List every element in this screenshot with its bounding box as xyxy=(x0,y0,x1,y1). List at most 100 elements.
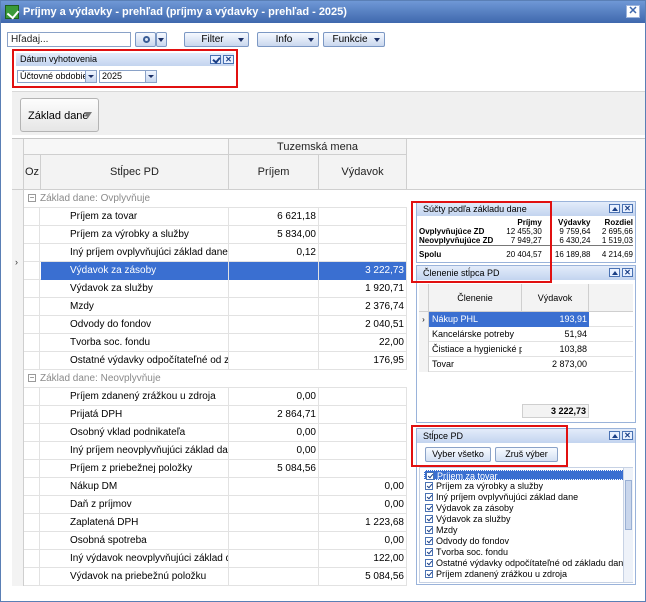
funkcie-button[interactable]: Funkcie xyxy=(323,32,385,47)
checkbox-checked-icon[interactable] xyxy=(425,526,433,534)
col-header-clenenie[interactable]: Členenie xyxy=(429,284,522,312)
column-checkbox-item[interactable]: Mzdy xyxy=(424,525,624,535)
row-indicator[interactable] xyxy=(12,478,24,496)
collapse-panel-icon[interactable] xyxy=(609,204,620,213)
search-input[interactable]: Hľadaj... xyxy=(7,32,131,47)
clenenie-row[interactable]: Kancelárske potreby 51,94 xyxy=(419,327,633,342)
collapse-panel-icon[interactable] xyxy=(609,268,620,277)
table-row[interactable]: Daň z príjmov 0,00 xyxy=(12,496,407,514)
table-row[interactable]: Zaplatená DPH 1 223,68 xyxy=(12,514,407,532)
list-scrollbar[interactable] xyxy=(623,468,633,582)
collapse-panel-icon[interactable] xyxy=(609,431,620,440)
column-checkbox-item[interactable]: Tvorba soc. fondu xyxy=(424,547,624,557)
checkbox-checked-icon[interactable] xyxy=(425,493,433,501)
col-header-oz[interactable]: Oz xyxy=(24,155,41,190)
table-row[interactable]: Odvody do fondov 2 040,51 xyxy=(12,316,407,334)
info-button[interactable]: Info xyxy=(257,32,319,47)
row-indicator[interactable] xyxy=(12,334,24,352)
table-row[interactable]: Tvorba soc. fondu 22,00 xyxy=(12,334,407,352)
row-indicator-header xyxy=(12,139,24,190)
clenenie-row[interactable]: Čistiace a hygienické pro 103,88 xyxy=(419,342,633,357)
row-indicator[interactable] xyxy=(12,352,24,370)
checkbox-checked-icon[interactable] xyxy=(425,515,433,523)
row-indicator[interactable] xyxy=(12,568,24,586)
column-checkbox-item[interactable]: Výdavok za zásoby xyxy=(424,503,624,513)
filter-button[interactable]: Filter xyxy=(184,32,249,47)
column-item-label: Príjem za tovar xyxy=(437,471,498,481)
period-select[interactable]: Účtovné obdobie xyxy=(17,70,97,83)
table-row[interactable]: Osobný vklad podnikateľa 0,00 xyxy=(12,424,407,442)
column-checkbox-item[interactable]: Výdavok za služby xyxy=(424,514,624,524)
table-row[interactable]: Ostatné výdavky odpočítateľné od zákl 176… xyxy=(12,352,407,370)
year-select[interactable]: 2025 xyxy=(99,70,157,83)
table-row[interactable]: Výdavok za služby 1 920,71 xyxy=(12,280,407,298)
row-indicator[interactable] xyxy=(12,262,24,280)
row-indicator[interactable] xyxy=(12,406,24,424)
col-header-prijem[interactable]: Príjem xyxy=(229,155,319,190)
table-row[interactable]: Nákup DM 0,00 xyxy=(12,478,407,496)
scrollbar-thumb[interactable] xyxy=(625,480,632,530)
row-indicator[interactable] xyxy=(12,424,24,442)
checkbox-checked-icon[interactable] xyxy=(425,482,433,490)
table-row[interactable]: Osobná spotreba 0,00 xyxy=(12,532,407,550)
collapse-icon[interactable]: − xyxy=(28,194,36,203)
checkbox-checked-icon[interactable] xyxy=(425,537,433,545)
search-button[interactable] xyxy=(135,32,156,47)
col-header-stlpec-pd[interactable]: Stĺpec PD xyxy=(41,155,229,190)
row-indicator[interactable] xyxy=(12,550,24,568)
table-row[interactable]: Iný príjem ovplyvňujúci základ dane 0,12 xyxy=(12,244,407,262)
row-indicator[interactable] xyxy=(12,316,24,334)
table-row[interactable]: Príjem z priebežnej položky 5 084,56 xyxy=(12,460,407,478)
search-options-button[interactable] xyxy=(156,32,167,47)
row-indicator[interactable] xyxy=(12,298,24,316)
table-row[interactable]: Prijatá DPH 2 864,71 xyxy=(12,406,407,424)
clenenie-row[interactable]: Tovar 2 873,00 xyxy=(419,357,633,372)
row-indicator[interactable] xyxy=(12,460,24,478)
group-row[interactable]: − Základ dane: Neovplyvňuje xyxy=(12,370,407,388)
table-row[interactable]: Iný príjem neovplyvňujúci základ dane 0,0… xyxy=(12,442,407,460)
row-indicator-header xyxy=(419,284,429,312)
group-row[interactable]: − Základ dane: Ovplyvňuje xyxy=(12,190,407,208)
close-button[interactable]: ✕ xyxy=(626,5,640,18)
close-panel-icon[interactable]: ✕ xyxy=(622,431,633,440)
clenenie-value-cell: 51,94 xyxy=(564,329,587,339)
table-row[interactable]: Príjem za výrobky a služby 5 834,00 xyxy=(12,226,407,244)
table-row[interactable]: Výdavok na priebežnú položku 5 084,56 xyxy=(12,568,407,586)
group-by-zaklad-dane-button[interactable]: Základ dane xyxy=(20,98,99,132)
row-indicator[interactable] xyxy=(12,514,24,532)
clenenie-row[interactable]: › Nákup PHL 193,91 xyxy=(419,312,633,327)
checkbox-checked-icon[interactable] xyxy=(425,559,433,567)
checkbox-checked-icon[interactable] xyxy=(425,570,433,578)
row-indicator[interactable] xyxy=(12,208,24,226)
table-row[interactable]: Iný výdavok neovplyvňujúci základ da 122,… xyxy=(12,550,407,568)
row-indicator[interactable] xyxy=(12,496,24,514)
close-panel-icon[interactable]: ✕ xyxy=(622,204,633,213)
row-indicator[interactable] xyxy=(12,244,24,262)
close-panel-icon[interactable]: ✕ xyxy=(622,268,633,277)
table-row[interactable]: Príjem za tovar 6 621,18 xyxy=(12,208,407,226)
column-checkbox-item[interactable]: Odvody do fondov xyxy=(424,536,624,546)
column-checkbox-item[interactable]: Príjem za výrobky a služby xyxy=(424,481,624,491)
table-row[interactable]: Mzdy 2 376,74 xyxy=(12,298,407,316)
column-checkbox-item[interactable]: Ostatné výdavky odpočítateľné od základu… xyxy=(424,558,628,568)
close-filter-icon[interactable]: ✕ xyxy=(223,55,234,64)
collapse-icon[interactable]: − xyxy=(28,374,36,383)
apply-check-icon[interactable] xyxy=(210,55,221,64)
row-indicator[interactable] xyxy=(12,280,24,298)
row-indicator[interactable] xyxy=(12,226,24,244)
checkbox-checked-icon[interactable] xyxy=(425,504,433,512)
column-checkbox-item[interactable]: Príjem zdanený zrážkou u zdroja xyxy=(424,569,624,579)
oz-cell xyxy=(24,208,40,226)
col-header-vydavok[interactable]: Výdavok xyxy=(319,155,407,190)
column-checkbox-item[interactable]: Príjem za tovar xyxy=(424,470,624,481)
col-header-vydavok[interactable]: Výdavok xyxy=(522,284,589,312)
oz-cell xyxy=(24,388,40,406)
column-checkbox-item[interactable]: Iný príjem ovplyvňujúci základ dane xyxy=(424,492,624,502)
table-row[interactable]: Príjem zdanený zrážkou u zdroja 0,00 xyxy=(12,388,407,406)
row-indicator[interactable] xyxy=(12,442,24,460)
row-indicator[interactable] xyxy=(12,388,24,406)
row-indicator[interactable] xyxy=(12,532,24,550)
checkbox-checked-icon[interactable] xyxy=(426,472,434,480)
checkbox-checked-icon[interactable] xyxy=(425,548,433,556)
table-row[interactable]: Výdavok za zásoby 3 222,73 xyxy=(12,262,407,280)
